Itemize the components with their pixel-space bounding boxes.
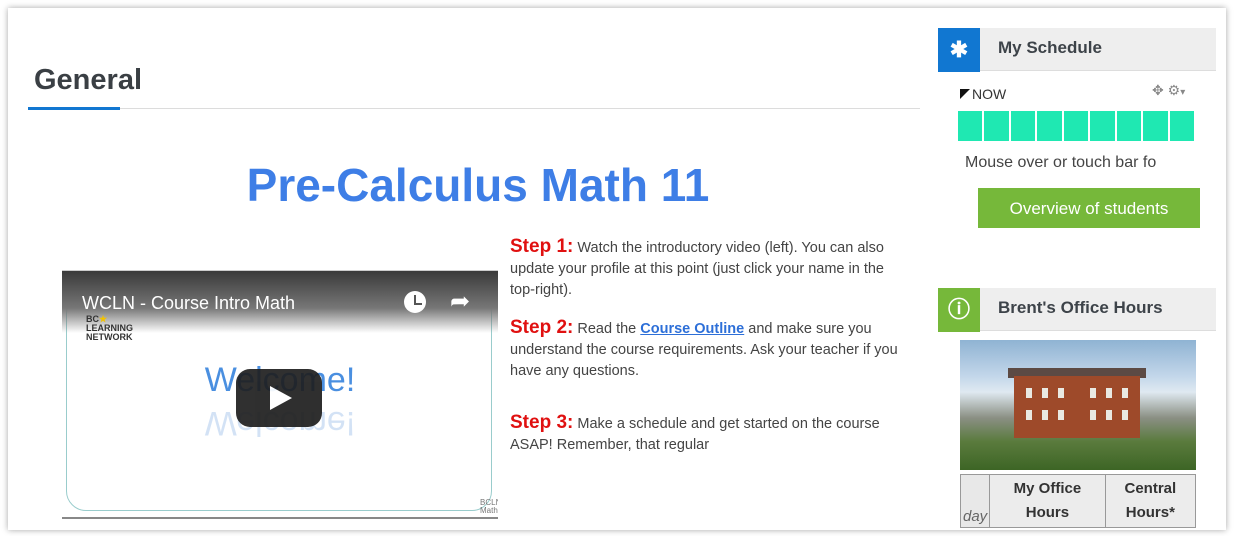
brand-line-3: NETWORK: [86, 332, 133, 342]
building: [1014, 376, 1140, 438]
schedule-segment[interactable]: [1063, 111, 1091, 141]
section-divider: [28, 108, 920, 109]
building-window: [1042, 410, 1048, 420]
course-title: Pre-Calculus Math 11: [246, 159, 710, 211]
move-icon[interactable]: ✥: [1152, 82, 1164, 98]
school-building-image: [960, 340, 1196, 470]
asterisk-icon: ✱: [938, 28, 980, 72]
schedule-segment[interactable]: [1010, 111, 1038, 141]
step-2-text-before: Read the: [577, 321, 637, 337]
building-window: [1122, 410, 1128, 420]
info-icon: ⓘ: [938, 288, 980, 332]
step-1: Step 1: Watch the introductory video (le…: [510, 236, 900, 301]
step-1-label: Step 1:: [510, 236, 574, 257]
my-schedule-header: ✱ My Schedule: [938, 28, 1216, 72]
schedule-segment[interactable]: [958, 111, 985, 141]
schedule-segment[interactable]: [1090, 111, 1117, 141]
now-indicator: NOW: [960, 86, 1006, 102]
building-window: [1058, 388, 1064, 398]
schedule-segment[interactable]: [1037, 111, 1064, 141]
section-title: General: [34, 64, 142, 96]
block-controls: ✥ ⚙▾: [1152, 82, 1185, 99]
schedule-segment[interactable]: [1143, 111, 1170, 141]
overview-of-students-button[interactable]: Overview of students: [978, 188, 1200, 228]
chevron-down-icon[interactable]: ▾: [1180, 87, 1185, 98]
course-outline-link[interactable]: Course Outline: [640, 321, 744, 337]
steps-list: Step 1: Watch the introductory video (le…: [510, 236, 900, 472]
building-window: [1090, 388, 1096, 398]
step-3-label: Step 3:: [510, 412, 574, 433]
step-2-label: Step 2:: [510, 317, 574, 338]
col1-line1: My Office: [1013, 480, 1082, 497]
share-icon[interactable]: ➦: [450, 287, 470, 316]
schedule-bar[interactable]: [958, 111, 1196, 141]
section-accent-bar: [28, 107, 120, 110]
building-window: [1058, 410, 1064, 420]
channel-logo: BC★ LEARNING NETWORK: [86, 314, 133, 342]
step-2: Step 2: Read the Course Outline and make…: [510, 317, 900, 382]
office-hours-header: ⓘ Brent's Office Hours: [938, 288, 1216, 332]
intro-video-player[interactable]: WCLN - Course Intro Math BC★ LEARNING NE…: [62, 270, 498, 519]
day-header: day: [959, 474, 991, 528]
building-window: [1026, 388, 1032, 398]
now-label: NOW: [972, 86, 1007, 102]
video-title[interactable]: WCLN - Course Intro Math: [82, 293, 295, 314]
schedule-segment[interactable]: [1169, 111, 1196, 141]
page: General Pre-Calculus Math 11 WCLN - Cour…: [8, 8, 1226, 530]
office-hours-title: Brent's Office Hours: [998, 298, 1163, 317]
step-3: Step 3: Make a schedule and get started …: [510, 412, 900, 456]
building-window: [1122, 388, 1128, 398]
gear-icon[interactable]: ⚙: [1168, 82, 1181, 98]
central-hours-header: Central Hours*: [1104, 474, 1197, 528]
building-window: [1090, 410, 1096, 420]
building-window: [1106, 388, 1112, 398]
my-office-hours-header: My Office Hours: [989, 474, 1106, 528]
video-corner-watermark: BCLN Math: [480, 498, 498, 515]
col1-line2: Hours: [1025, 504, 1070, 521]
col2-line1: Central: [1124, 480, 1177, 497]
building-window: [1042, 388, 1048, 398]
schedule-hint: Mouse over or touch bar fo: [965, 154, 1157, 171]
play-button[interactable]: [236, 369, 322, 427]
schedule-segment[interactable]: [984, 111, 1011, 141]
building-window: [1026, 410, 1032, 420]
building-window: [1106, 410, 1112, 420]
office-hours-table: day My Office Hours Central Hours*: [959, 474, 1197, 528]
table-row: day My Office Hours Central Hours*: [959, 474, 1197, 528]
now-flag-icon: [960, 89, 970, 99]
watch-later-icon[interactable]: [404, 291, 426, 313]
col2-line2: Hours*: [1125, 504, 1175, 521]
schedule-segment[interactable]: [1116, 111, 1144, 141]
my-schedule-title: My Schedule: [998, 38, 1102, 57]
